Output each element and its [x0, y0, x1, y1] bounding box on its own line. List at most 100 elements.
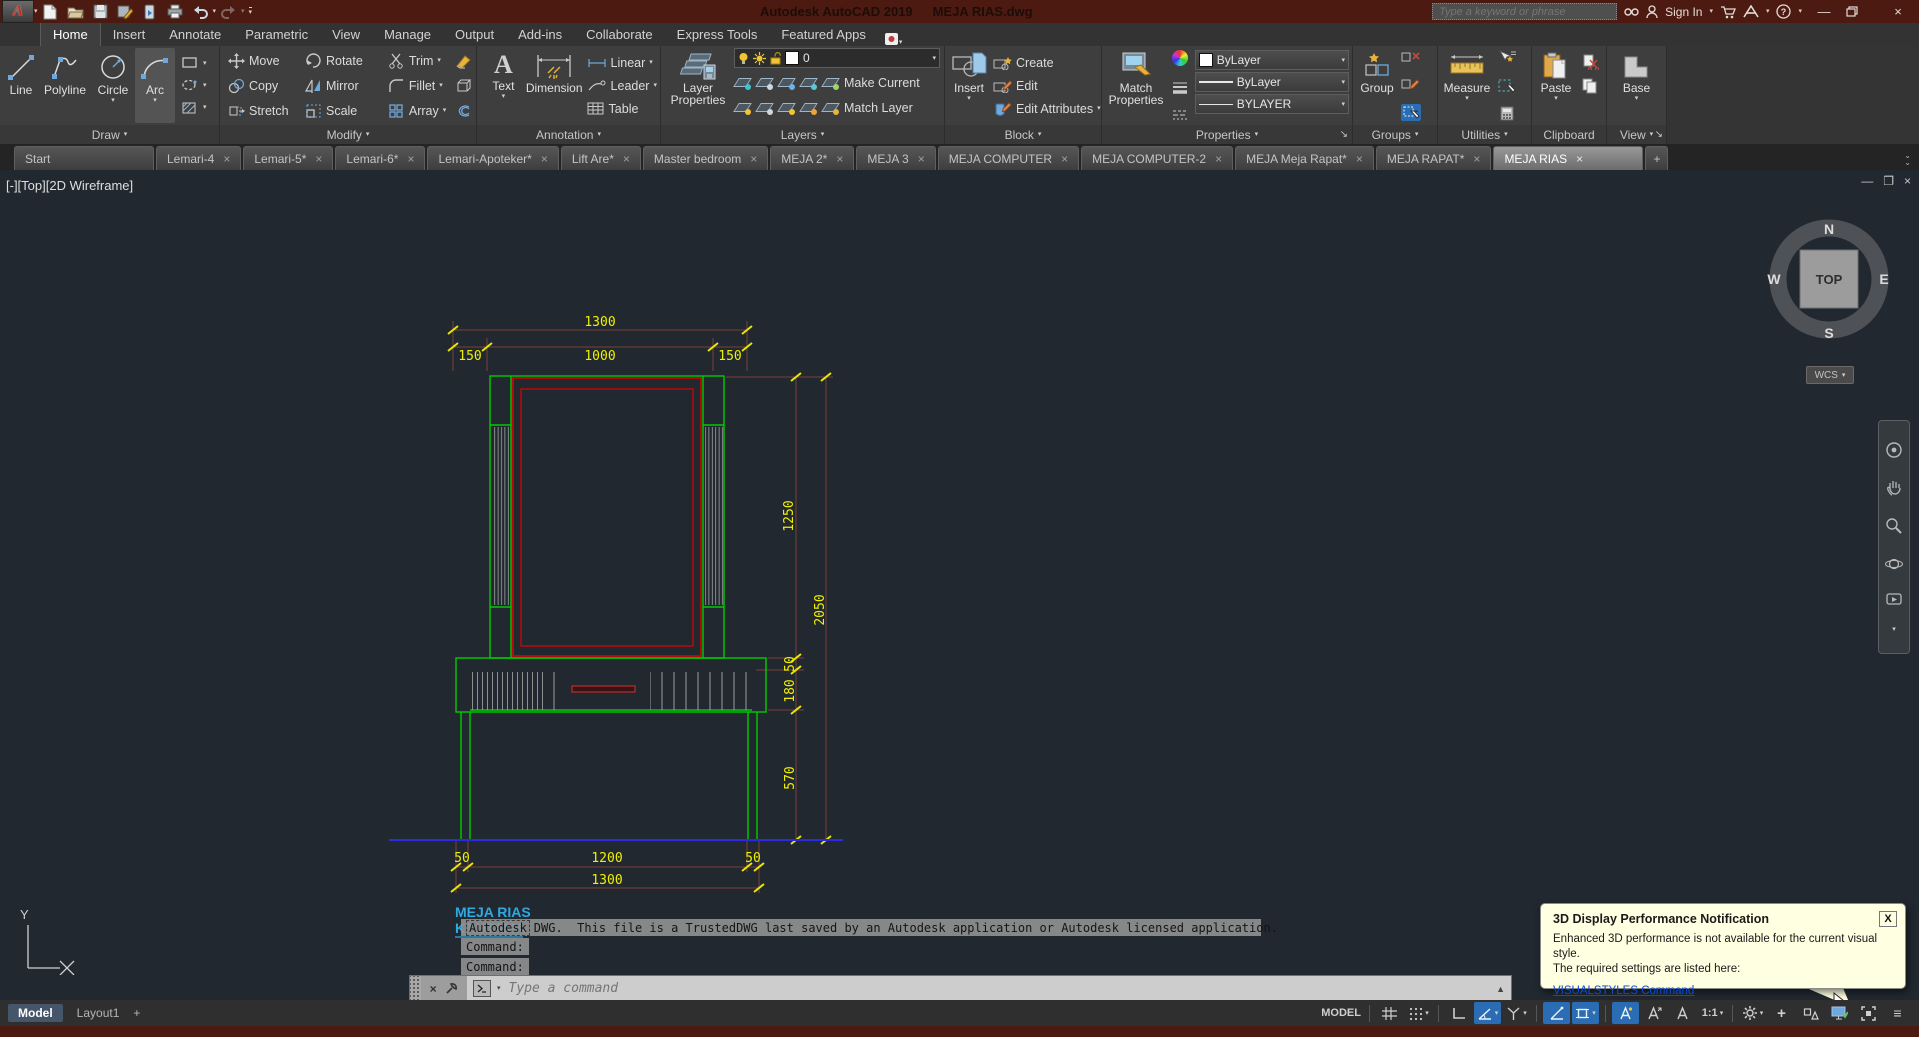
layer-dropdown[interactable]: 0 ▾	[734, 48, 940, 68]
command-prompt-icon[interactable]	[473, 980, 491, 997]
ribbon-tab-featured-apps[interactable]: Featured Apps	[769, 23, 878, 46]
command-customize-icon[interactable]	[445, 982, 458, 995]
copy-clip-icon[interactable]	[1581, 78, 1599, 94]
paste-caret-icon[interactable]: ▾	[1554, 95, 1558, 102]
paste-button[interactable]: Paste ▾	[1536, 48, 1576, 123]
panel-label-view[interactable]: View ▾ ↘	[1607, 125, 1666, 144]
help-caret-icon[interactable]: ▾	[1798, 8, 1802, 15]
ribbon-tab-express-tools[interactable]: Express Tools	[665, 23, 770, 46]
object-snap-toggle-icon[interactable]: ▾	[1572, 1002, 1599, 1024]
file-tab[interactable]: MEJA Meja Rapat* ×	[1235, 146, 1374, 170]
new-file-icon[interactable]	[39, 2, 62, 21]
help-icon[interactable]: ?	[1776, 4, 1792, 19]
doc-minimize-icon[interactable]: —	[1861, 174, 1873, 188]
color-caret-icon[interactable]: ▾	[1341, 57, 1345, 64]
snap-toggle-icon[interactable]: ▾	[1405, 1002, 1432, 1024]
sign-in-caret-icon[interactable]: ▾	[1709, 8, 1713, 15]
lineweight-caret-icon[interactable]: ▾	[1341, 79, 1345, 86]
panel-label-groups[interactable]: Groups ▾	[1353, 125, 1437, 144]
logo-caret-icon[interactable]: ▾	[34, 8, 38, 15]
close-tab-icon[interactable]: ×	[1061, 153, 1068, 165]
panel-label-annotation[interactable]: Annotation ▾	[477, 125, 660, 144]
doc-close-icon[interactable]: ×	[1904, 174, 1911, 188]
command-line[interactable]: × ▾ ▲	[409, 975, 1512, 1002]
ortho-toggle-icon[interactable]	[1445, 1002, 1472, 1024]
file-tab[interactable]: MEJA COMPUTER-2 ×	[1081, 146, 1234, 170]
ribbon-tab-insert[interactable]: Insert	[101, 23, 158, 46]
file-tab[interactable]: MEJA 3 ×	[856, 146, 936, 170]
grid-toggle-icon[interactable]	[1376, 1002, 1403, 1024]
minimize-button[interactable]: —	[1809, 4, 1839, 19]
isolate-objects-icon[interactable]	[1797, 1002, 1824, 1024]
customization-menu-icon[interactable]: ≡	[1884, 1002, 1911, 1024]
base-caret-icon[interactable]: ▾	[1635, 95, 1639, 102]
view-expand-icon[interactable]: ↘	[1655, 129, 1663, 140]
layer-off-icon[interactable]	[733, 75, 752, 90]
doc-restore-icon[interactable]: ❐	[1883, 174, 1894, 188]
layer-freeze-tool-icon[interactable]	[777, 75, 796, 90]
orbit-icon[interactable]	[1885, 556, 1903, 572]
group-button[interactable]: Group	[1357, 48, 1397, 123]
ribbon-tab-output[interactable]: Output	[443, 23, 506, 46]
pan-icon[interactable]	[1886, 479, 1902, 497]
group-edit-icon[interactable]	[1401, 77, 1421, 92]
save-web-mobile-icon[interactable]	[139, 2, 162, 21]
edit-attributes-button[interactable]: Edit Attributes ▾	[993, 97, 1101, 120]
tab-overflow-icon[interactable]: ⌄ ⌄	[1904, 152, 1911, 170]
trim-button[interactable]: Trim ▾	[388, 48, 455, 73]
block-create-button[interactable]: Create	[993, 51, 1101, 74]
sign-in-button[interactable]: Sign In	[1665, 5, 1702, 19]
fillet-button[interactable]: Fillet ▾	[388, 73, 455, 98]
drawing-area[interactable]: [-][Top][2D Wireframe] — ❐ × 1300 150 10…	[0, 170, 1919, 1015]
viewcube[interactable]: TOP N E S W	[1762, 212, 1896, 346]
ribbon-tab-addins[interactable]: Add-ins	[506, 23, 574, 46]
close-tab-icon[interactable]: ×	[407, 153, 414, 165]
ribbon-tab-annotate[interactable]: Annotate	[157, 23, 233, 46]
file-tab[interactable]: Lemari-4 ×	[156, 146, 242, 170]
layer-unisolate-icon[interactable]	[755, 100, 774, 115]
layer-freeze-icon[interactable]	[753, 51, 766, 65]
panel-label-modify[interactable]: Modify ▾	[220, 125, 476, 144]
model-space-badge[interactable]: MODEL	[1319, 1002, 1363, 1024]
ribbon-tab-parametric[interactable]: Parametric	[233, 23, 320, 46]
lineweight-dropdown[interactable]: ByLayer ▾	[1194, 72, 1349, 92]
dimension-button[interactable]: Dimension	[526, 48, 583, 123]
viewcube-north[interactable]: N	[1824, 221, 1834, 237]
close-tab-icon[interactable]: ×	[1576, 153, 1583, 165]
quick-select-icon[interactable]	[1497, 50, 1517, 65]
linear-caret-icon[interactable]: ▾	[649, 59, 653, 66]
redo-icon[interactable]	[217, 2, 240, 21]
overkill-button[interactable]	[455, 98, 473, 123]
layer-unlock-icon[interactable]	[799, 100, 818, 115]
move-button[interactable]: Move	[228, 48, 305, 73]
mirror-button[interactable]: Mirror	[304, 73, 388, 98]
close-tab-icon[interactable]: ×	[1473, 153, 1480, 165]
table-button[interactable]: Table	[587, 97, 657, 120]
panel-label-draw[interactable]: Draw ▾	[0, 125, 219, 144]
navbar-caret-icon[interactable]: ▾	[1892, 626, 1896, 633]
viewcube-south[interactable]: S	[1824, 325, 1833, 341]
annotation-autoscale-icon[interactable]	[1641, 1002, 1668, 1024]
crosshair-plus-icon[interactable]: +	[1768, 1002, 1795, 1024]
save-as-icon[interactable]	[114, 2, 137, 21]
file-tab[interactable]: MEJA RAPAT* ×	[1375, 146, 1492, 170]
match-layer-button[interactable]: Match Layer	[821, 95, 913, 120]
navigation-bar[interactable]: ▾	[1878, 420, 1910, 654]
layer-on-icon[interactable]	[738, 52, 749, 65]
close-tab-icon[interactable]: ×	[1356, 153, 1363, 165]
insert-button[interactable]: Insert ▾	[951, 48, 987, 123]
circle-caret-icon[interactable]: ▾	[111, 97, 115, 104]
linetype-dropdown[interactable]: BYLAYER ▾	[1194, 94, 1349, 114]
file-tab-start[interactable]: Start	[14, 146, 154, 170]
ellipse-button[interactable]: ▾	[181, 74, 207, 96]
panel-label-utilities[interactable]: Utilities ▾	[1438, 125, 1531, 144]
close-button[interactable]: ×	[1883, 4, 1913, 19]
command-recent-caret-icon[interactable]: ▾	[497, 985, 501, 992]
visualstyles-link[interactable]: VISUALSTYLES Command	[1553, 985, 1694, 997]
viewcube-face-label[interactable]: TOP	[1816, 272, 1843, 287]
layer-properties-button[interactable]: Layer Properties	[667, 48, 729, 123]
linetype-icon[interactable]	[1172, 109, 1188, 121]
close-tab-icon[interactable]: ×	[836, 153, 843, 165]
group-selection-icon[interactable]	[1401, 104, 1421, 121]
cart-icon[interactable]	[1720, 5, 1736, 19]
